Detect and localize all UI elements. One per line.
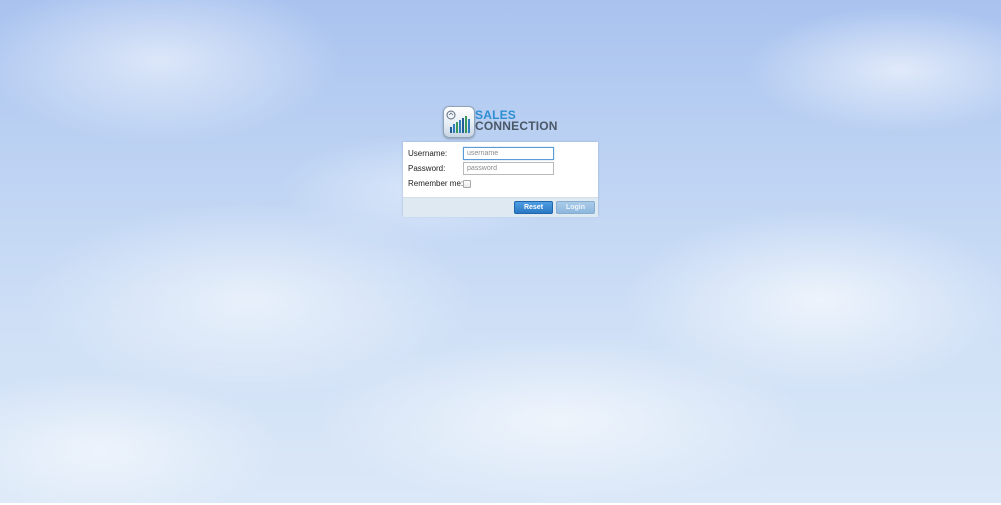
username-input[interactable] bbox=[463, 147, 554, 160]
password-input[interactable] bbox=[463, 162, 554, 175]
remember-row: Remember me: bbox=[408, 177, 593, 191]
password-label: Password: bbox=[408, 164, 446, 173]
bar-chart-icon bbox=[443, 106, 475, 138]
username-label: Username: bbox=[408, 149, 448, 158]
sales-connection-logo: SALES CONNECTION bbox=[443, 106, 563, 138]
sky-background bbox=[0, 0, 1001, 505]
reset-button[interactable]: Reset bbox=[514, 201, 553, 214]
login-button[interactable]: Login bbox=[556, 201, 595, 214]
logo-wordmark: SALES CONNECTION bbox=[475, 109, 558, 133]
login-panel-footer: Reset Login bbox=[403, 197, 598, 217]
remember-me-checkbox[interactable] bbox=[463, 180, 471, 188]
logo-line-connection: CONNECTION bbox=[475, 119, 558, 133]
username-row: Username: bbox=[408, 147, 593, 161]
login-panel: Username: Password: Remember me: Reset L… bbox=[403, 142, 598, 217]
remember-me-label: Remember me: bbox=[408, 179, 464, 188]
password-row: Password: bbox=[408, 162, 593, 176]
